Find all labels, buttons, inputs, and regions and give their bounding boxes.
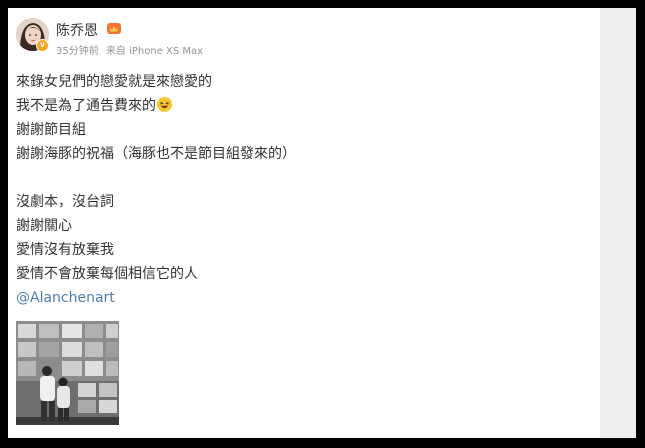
- laughing-face-emoji-icon: [157, 97, 172, 112]
- member-crown-icon[interactable]: [106, 21, 122, 35]
- weibo-post: v 陈乔恩 35分钟前 来自 iPhone XS Max 來錄女兒們的戀愛就是來…: [8, 8, 600, 438]
- text-line: 來錄女兒們的戀愛就是來戀愛的: [16, 74, 212, 90]
- post-content: 來錄女兒們的戀愛就是來戀愛的 我不是為了通告費來的 謝謝節目組 謝謝海豚的祝福（…: [16, 70, 586, 310]
- right-gutter: [600, 8, 636, 438]
- post-time[interactable]: 35分钟前: [56, 46, 99, 57]
- post-source: 来自 iPhone XS Max: [105, 46, 204, 57]
- text-line: 謝謝節目組: [16, 122, 86, 138]
- text-line: 愛情沒有放棄我: [16, 242, 114, 258]
- text-line: 愛情不會放棄每個相信它的人: [16, 266, 198, 282]
- text-line: 沒劇本，沒台詞: [16, 194, 114, 210]
- post-image[interactable]: [16, 321, 119, 425]
- text-line: 謝謝海豚的祝福（海豚也不是節目組發來的）: [16, 146, 296, 162]
- author-name[interactable]: 陈乔恩: [56, 20, 98, 40]
- mention-link[interactable]: @Alanchenart: [16, 290, 115, 306]
- text-line-mention: @Alanchenart: [16, 286, 586, 310]
- post-meta: 35分钟前 来自 iPhone XS Max: [56, 42, 207, 57]
- text-line-with-emoji: 我不是為了通告費來的: [16, 94, 586, 118]
- verified-badge-icon: v: [36, 39, 49, 52]
- text-line: 謝謝關心: [16, 218, 72, 234]
- text-line: 我不是為了通告費來的: [16, 98, 156, 114]
